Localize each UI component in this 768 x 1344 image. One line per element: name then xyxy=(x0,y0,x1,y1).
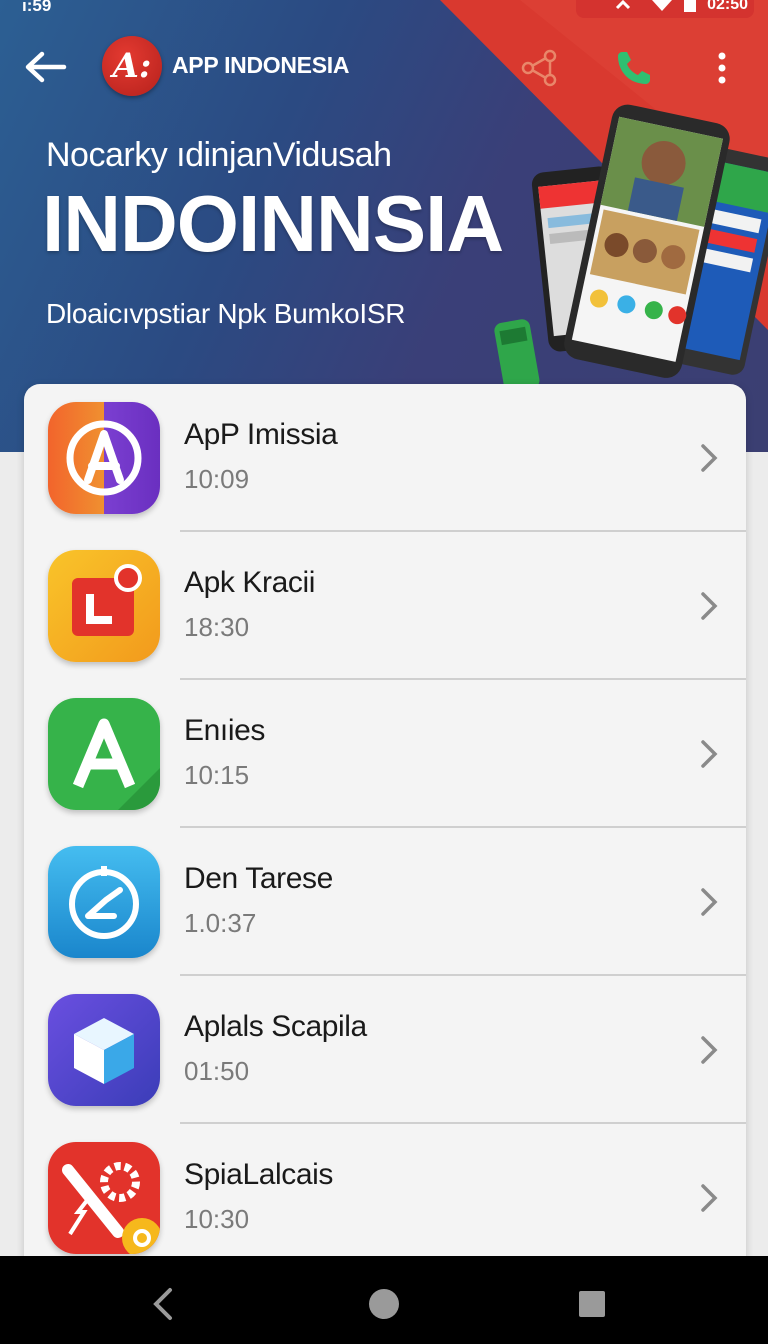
call-button[interactable] xyxy=(612,46,656,90)
battery-icon xyxy=(684,0,697,12)
app-time: 01:50 xyxy=(184,1056,250,1086)
app-bar: A: APP INDONESIA xyxy=(0,28,768,106)
system-nav-bar xyxy=(0,1256,768,1344)
recents-icon xyxy=(579,1291,605,1317)
app-logo: A: xyxy=(102,36,162,96)
list-item[interactable]: Aplals Scapila 01:50 xyxy=(24,976,746,1124)
app-name: ApP Imissia xyxy=(184,418,338,451)
nav-back-button[interactable] xyxy=(144,1284,184,1324)
app-name: Enıies xyxy=(184,714,265,747)
clock-check-icon xyxy=(48,846,160,958)
list-item[interactable]: Apk Kracii 18:30 xyxy=(24,532,746,680)
status-clock: 02:50 xyxy=(707,0,748,13)
app-time: 10:15 xyxy=(184,760,250,790)
app-name: SpiaLalcais xyxy=(184,1158,334,1191)
chevron-right-icon xyxy=(701,740,718,768)
list-item[interactable]: SpiaLalcais 10:30 xyxy=(24,1124,746,1272)
compass-a-icon xyxy=(48,402,160,514)
app-time: 1.0:37 xyxy=(184,908,257,938)
overflow-menu-button[interactable] xyxy=(700,46,744,90)
share-nodes-icon xyxy=(521,49,557,87)
app-name: Den Tarese xyxy=(184,862,333,895)
photo-box-icon xyxy=(48,550,160,662)
app-time: 10:30 xyxy=(184,1204,250,1234)
status-time: ı:59 xyxy=(22,0,52,15)
phone-icon xyxy=(618,52,650,84)
gear-tools-icon xyxy=(48,1142,160,1254)
chevron-right-icon xyxy=(701,1184,718,1212)
chevron-right-icon xyxy=(701,1036,718,1064)
home-icon xyxy=(369,1289,399,1319)
letter-a-icon xyxy=(48,698,160,810)
app-name: Apk Kracii xyxy=(184,566,316,599)
list-item[interactable]: ApP Imissia 10:09 xyxy=(24,384,746,532)
chevron-right-icon xyxy=(701,888,718,916)
cube-icon xyxy=(48,994,160,1106)
nav-recents-button[interactable] xyxy=(572,1284,612,1324)
status-bar: ı:59 02:50 xyxy=(0,0,768,18)
list-item[interactable]: Enıies 10:15 xyxy=(24,680,746,828)
phones-illustration xyxy=(494,104,768,392)
chevron-right-icon xyxy=(701,444,718,472)
nav-home-button[interactable] xyxy=(364,1284,404,1324)
share-button[interactable] xyxy=(518,46,562,90)
hero-title: INDOINNSIA xyxy=(42,179,504,268)
hero-tagline: Dloaicıvpstiar Npk BumkoISR xyxy=(46,298,406,329)
chevron-right-icon xyxy=(701,592,718,620)
app-time: 10:09 xyxy=(184,464,250,494)
wifi-icon xyxy=(652,0,673,11)
app-name: Aplals Scapila xyxy=(184,1010,367,1043)
status-icons: 02:50 xyxy=(615,0,748,14)
hero-subtitle: Nocarky ıdinjanVidusah xyxy=(46,136,392,174)
signal-icon xyxy=(616,0,631,10)
app-time: 18:30 xyxy=(184,612,250,642)
more-vert-icon xyxy=(718,52,726,84)
list-item[interactable]: Den Tarese 1.0:37 xyxy=(24,828,746,976)
back-button[interactable] xyxy=(22,46,68,88)
app-title: APP INDONESIA xyxy=(172,52,350,78)
back-icon xyxy=(153,1288,172,1320)
arrow-left-icon xyxy=(25,51,67,83)
app-list-card: ApP Imissia 10:09 Apk Kracii 18:30 Enıie… xyxy=(24,384,746,1284)
